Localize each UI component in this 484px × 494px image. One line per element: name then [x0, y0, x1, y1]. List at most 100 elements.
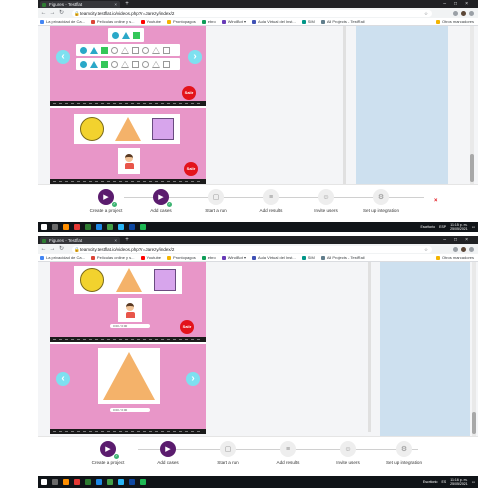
language-indicator[interactable]: ES [441, 476, 446, 488]
extension-icon[interactable] [453, 246, 458, 252]
language-indicator[interactable]: ESP [439, 222, 446, 232]
window-controls[interactable]: –□× [443, 236, 476, 244]
app-icon[interactable] [129, 479, 135, 485]
browser-tab[interactable]: Figures - Testflat × [40, 237, 120, 244]
new-tab-button[interactable]: + [124, 237, 130, 243]
bookmark-item[interactable]: Películas online y s... [90, 255, 135, 260]
salir-button[interactable]: Salir [184, 162, 198, 176]
media-controls[interactable]: 0:00 / 0:00 [110, 324, 150, 328]
close-icon[interactable]: × [434, 198, 438, 204]
empty-square-shape[interactable] [132, 60, 139, 68]
media-controls[interactable]: 0:00 / 0:00 [110, 408, 150, 412]
next-arrow-button[interactable]: › [186, 372, 200, 386]
bookmark-item[interactable]: Youtube [140, 19, 161, 24]
tab-close-icon[interactable]: × [114, 1, 117, 8]
bookmark-item[interactable]: All Projects - TestRail [320, 19, 365, 24]
bookmark-item[interactable]: Aula Virtual del Inst... [252, 19, 296, 24]
step-create-project[interactable]: ▶ ✓ Create a project [76, 189, 136, 213]
bookmark-item[interactable]: ebro [201, 255, 216, 260]
browser-tab[interactable]: Figures - Testflat × [40, 1, 120, 8]
bookmark-item[interactable]: SIM [301, 255, 315, 260]
bookmark-star-icon[interactable]: ☆ [424, 10, 428, 17]
tab-close-icon[interactable]: × [114, 237, 117, 244]
step-invite-users[interactable]: ☺ Invite users [296, 189, 356, 213]
empty-square-shape[interactable] [163, 46, 170, 54]
search-icon[interactable] [52, 224, 58, 230]
spotify-icon[interactable] [140, 479, 146, 485]
app-icon[interactable] [96, 479, 102, 485]
video-frame-figures[interactable]: 0:00 / 0:00 Salir [50, 262, 206, 342]
empty-circle-shape[interactable] [111, 46, 118, 54]
bookmark-item[interactable]: Aula Virtual del Inst... [252, 255, 296, 260]
chrome-icon[interactable] [107, 479, 113, 485]
video-frame-shapes[interactable]: ‹ › Salir [50, 26, 206, 106]
step-setup-integration[interactable]: ⚙ Set up integration [351, 189, 411, 213]
bookmark-item[interactable]: Películas online y s... [90, 19, 135, 24]
notification-icon[interactable]: ▭ [472, 222, 475, 232]
url-input[interactable]: 🔒 teamcity.testflat.io/videos.php?r=Jare… [72, 245, 432, 253]
other-bookmarks[interactable]: Otros marcadores [435, 255, 478, 260]
windows-start-icon[interactable] [41, 479, 47, 485]
spotify-icon[interactable] [140, 224, 146, 230]
new-tab-button[interactable]: + [124, 1, 130, 7]
menu-icon[interactable] [469, 246, 474, 252]
clock[interactable]: 11:15 p. m. 25/05/2021 [450, 223, 468, 231]
next-arrow-button[interactable]: › [188, 50, 202, 64]
empty-triangle-shape[interactable] [121, 46, 129, 54]
yellow-circle-shape[interactable] [79, 117, 104, 141]
step-add-results[interactable]: ≡ Add results [241, 189, 301, 213]
empty-square-shape[interactable] [132, 46, 139, 54]
empty-circle-shape[interactable] [142, 60, 149, 68]
empty-triangle-shape[interactable] [152, 46, 160, 54]
bookmark-item[interactable]: La privacidad de Ca... [40, 19, 85, 24]
step-setup-integration[interactable]: ⚙ Set up integration [374, 441, 434, 465]
empty-square-shape[interactable] [163, 60, 170, 68]
app-icon[interactable] [96, 224, 102, 230]
search-icon[interactable] [52, 479, 58, 485]
salir-button[interactable]: Salir [182, 86, 196, 100]
orange-triangle-shape[interactable] [116, 268, 142, 292]
profile-avatar-icon[interactable] [461, 10, 466, 16]
empty-circle-shape[interactable] [111, 60, 118, 68]
purple-square-shape[interactable] [154, 269, 176, 291]
video-frame-figures[interactable]: Salir [50, 108, 206, 184]
bookmark-item[interactable]: WindBot ▾ [221, 19, 246, 24]
scrollbar-thumb[interactable] [470, 154, 474, 182]
forward-icon[interactable]: → [49, 9, 56, 17]
salir-button[interactable]: Salir [180, 320, 194, 334]
app-icon[interactable] [118, 224, 124, 230]
purple-square-shape[interactable] [152, 118, 175, 140]
window-controls[interactable]: –□× [443, 0, 476, 8]
chrome-icon[interactable] [107, 224, 113, 230]
bookmark-item[interactable]: SIM [301, 19, 315, 24]
scrollbar-thumb[interactable] [472, 412, 476, 434]
app-icon[interactable] [85, 479, 91, 485]
step-add-cases[interactable]: ▶ Add cases [138, 441, 198, 465]
windows-start-icon[interactable] [41, 224, 47, 230]
bookmark-item[interactable]: WindBot ▾ [221, 255, 246, 260]
reload-icon[interactable]: ↻ [58, 9, 65, 17]
bookmark-star-icon[interactable]: ☆ [424, 246, 428, 253]
extension-icon[interactable] [453, 10, 458, 16]
back-icon[interactable]: ← [40, 245, 47, 253]
orange-triangle-shape[interactable] [114, 117, 141, 141]
app-icon[interactable] [85, 224, 91, 230]
bookmark-item[interactable]: ebro [201, 19, 216, 24]
prev-arrow-button[interactable]: ‹ [56, 372, 70, 386]
notification-icon[interactable]: ▭ [472, 476, 475, 488]
files-icon[interactable] [63, 479, 69, 485]
bookmark-item[interactable]: La privacidad de Ca... [40, 255, 85, 260]
files-icon[interactable] [63, 224, 69, 230]
step-start-run[interactable]: ▢ Start a run [186, 189, 246, 213]
step-start-run[interactable]: ▢ Start a run [198, 441, 258, 465]
back-icon[interactable]: ← [40, 9, 47, 17]
clock[interactable]: 11:16 p. m. 25/05/2021 [450, 478, 468, 486]
app-icon[interactable] [129, 224, 135, 230]
prev-arrow-button[interactable]: ‹ [56, 50, 70, 64]
step-create-project[interactable]: ▶ ✓ Create a project [78, 441, 138, 465]
page-scrollbar[interactable] [472, 262, 476, 436]
app-icon[interactable] [74, 479, 80, 485]
profile-avatar-icon[interactable] [461, 246, 466, 252]
step-add-results[interactable]: ≡ Add results [258, 441, 318, 465]
step-add-cases[interactable]: ▶ ✓ Add cases [131, 189, 191, 213]
